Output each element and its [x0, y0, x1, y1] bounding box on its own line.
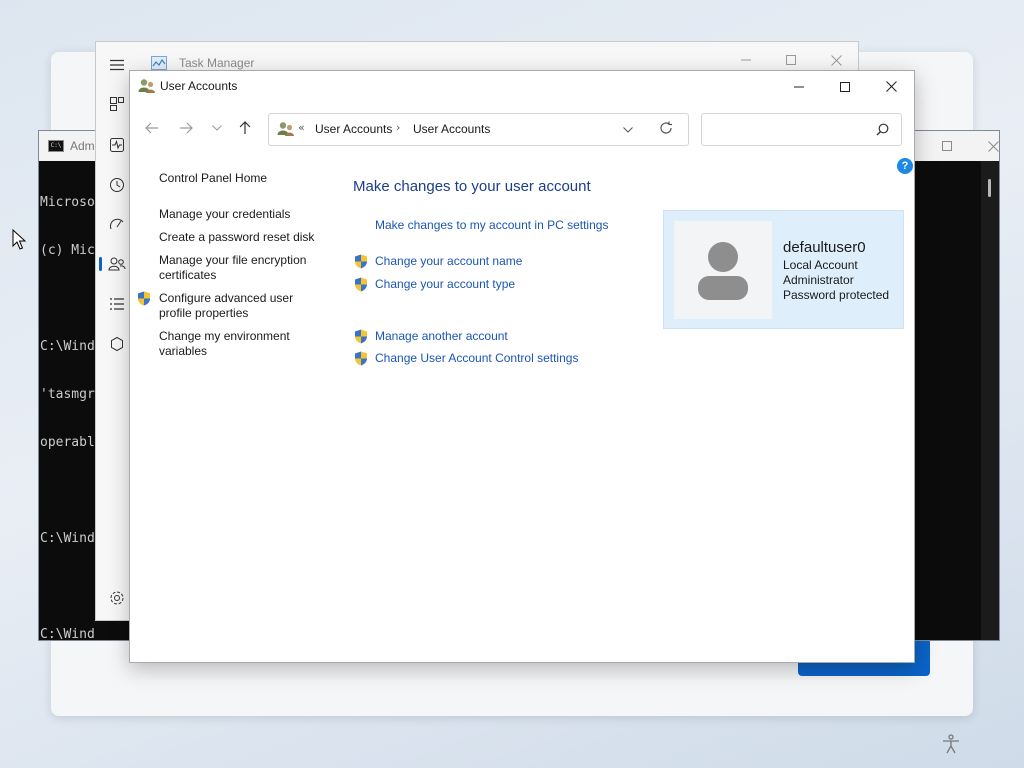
uac-shield-icon [354, 254, 368, 272]
accessibility-icon[interactable] [940, 733, 962, 755]
hamburger-icon[interactable] [108, 56, 126, 74]
settings-icon[interactable] [108, 589, 126, 607]
environment-variables-line1: Change my environment [159, 329, 290, 343]
nav-selection-indicator [99, 257, 102, 271]
change-account-type-link[interactable]: Change your account type [375, 277, 515, 291]
uac-shield-icon [354, 351, 368, 369]
file-encryption-link-line2: certificates [159, 268, 217, 282]
refresh-icon[interactable] [659, 121, 673, 138]
task-manager-nav [96, 42, 130, 620]
account-summary-card: defaultuser0 Local Account Administrator… [663, 210, 904, 329]
back-arrow-icon[interactable] [141, 117, 163, 139]
advanced-profile-properties-line2: profile properties [159, 306, 249, 320]
cmd-scrollbar[interactable] [981, 161, 999, 640]
file-encryption-link-line1: Manage your file encryption [159, 253, 307, 267]
search-input[interactable] [701, 113, 902, 146]
advanced-profile-properties-link[interactable]: Configure advanced user profile properti… [159, 291, 293, 321]
navigation-toolbar: « User Accounts › User Accounts [130, 111, 914, 147]
user-accounts-titlebar[interactable]: User Accounts [130, 71, 914, 102]
change-account-name-link[interactable]: Change your account name [375, 254, 522, 268]
maximize-icon[interactable] [924, 131, 970, 161]
uac-settings-link[interactable]: Change User Account Control settings [375, 351, 578, 365]
details-icon[interactable] [108, 295, 126, 313]
account-password-status: Password protected [783, 288, 890, 302]
app-history-icon[interactable] [108, 176, 126, 194]
control-panel-home-link[interactable]: Control Panel Home [159, 171, 267, 186]
cmd-title: Adm [70, 139, 95, 153]
environment-variables-line2: variables [159, 344, 208, 358]
user-accounts-window[interactable]: User Accounts « User Accounts › User Acc… [129, 70, 915, 663]
performance-icon[interactable] [108, 136, 126, 154]
help-icon[interactable]: ? [897, 158, 913, 174]
manage-credentials-link[interactable]: Manage your credentials [159, 207, 290, 222]
password-reset-disk-link[interactable]: Create a password reset disk [159, 230, 314, 245]
task-manager-title: Task Manager [179, 56, 255, 70]
search-icon[interactable] [876, 123, 889, 139]
users-icon[interactable] [108, 255, 126, 273]
advanced-profile-properties-line1: Configure advanced user [159, 291, 294, 305]
services-icon[interactable] [108, 335, 126, 353]
avatar [674, 221, 772, 319]
startup-apps-icon[interactable] [108, 216, 126, 234]
close-icon[interactable] [868, 71, 914, 102]
user-avatar-icon [698, 242, 748, 300]
up-arrow-icon[interactable] [234, 117, 256, 139]
forward-arrow-icon[interactable] [175, 117, 197, 139]
window-title: User Accounts [160, 79, 238, 93]
breadcrumb-overflow-icon[interactable]: « [298, 121, 305, 134]
address-bar[interactable]: « User Accounts › User Accounts [268, 113, 689, 146]
uac-shield-icon [137, 291, 151, 309]
user-accounts-icon [138, 78, 156, 97]
account-type: Local Account [783, 258, 858, 272]
manage-another-account-link[interactable]: Manage another account [375, 329, 508, 343]
pc-settings-link[interactable]: Make changes to my account in PC setting… [375, 218, 608, 232]
address-dropdown-chevron-icon[interactable] [623, 122, 633, 136]
cmd-scrollbar-thumb[interactable] [988, 179, 991, 197]
mouse-pointer-icon [12, 228, 27, 253]
breadcrumb-user-accounts-parent[interactable]: User Accounts [315, 122, 392, 136]
breadcrumb-separator-icon[interactable]: › [396, 121, 400, 134]
recent-locations-chevron-icon[interactable] [206, 117, 228, 139]
page-title: Make changes to your user account [353, 178, 591, 195]
cmd-icon: C:\ [48, 140, 64, 152]
uac-shield-icon [354, 329, 368, 347]
account-role: Administrator [783, 273, 854, 287]
breadcrumb-user-accounts-current[interactable]: User Accounts [413, 122, 490, 136]
close-icon[interactable] [970, 131, 1016, 161]
maximize-icon[interactable] [822, 71, 868, 102]
uac-shield-icon [354, 277, 368, 295]
processes-icon[interactable] [108, 95, 126, 113]
user-accounts-icon [277, 121, 295, 140]
account-username: defaultuser0 [783, 239, 866, 256]
minimize-icon[interactable] [776, 71, 822, 102]
file-encryption-link[interactable]: Manage your file encryption certificates [159, 253, 306, 283]
environment-variables-link[interactable]: Change my environment variables [159, 329, 290, 359]
